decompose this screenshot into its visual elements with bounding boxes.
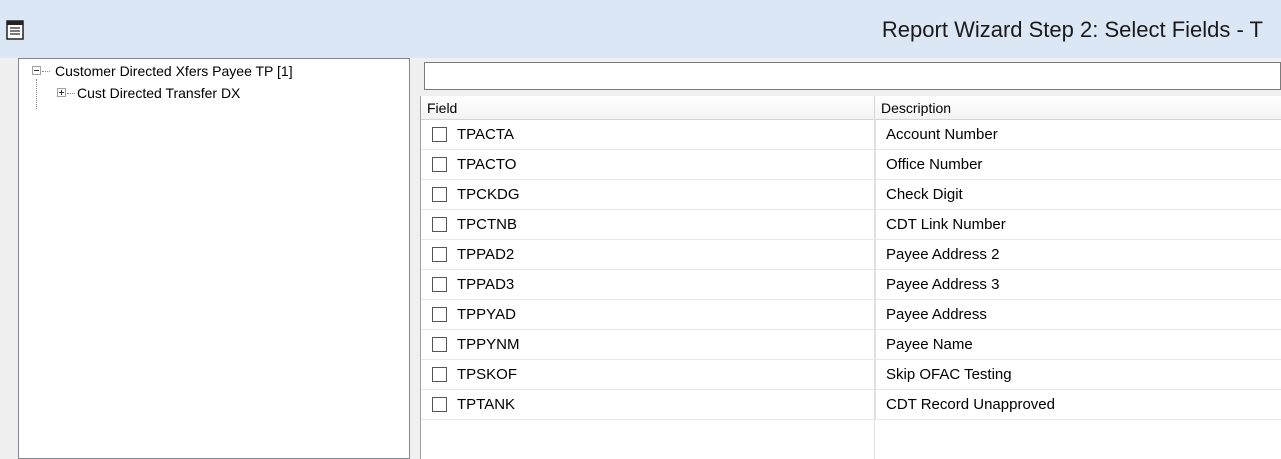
field-checkbox[interactable] [432, 367, 447, 382]
field-description-cell: Payee Address 2 [875, 240, 1281, 270]
field-name-cell: TPSKOF [457, 366, 518, 383]
tree-dotted-connector [42, 71, 50, 72]
field-checkbox[interactable] [432, 127, 447, 142]
table-row[interactable]: TPPYAD Payee Address [421, 300, 1281, 330]
field-name-cell: TPACTA [457, 126, 514, 143]
field-checkbox[interactable] [432, 187, 447, 202]
table-row[interactable]: TPPAD2 Payee Address 2 [421, 240, 1281, 270]
tree-node-label[interactable]: Customer Directed Xfers Payee TP [1] [55, 61, 293, 81]
field-name-cell: TPTANK [457, 396, 516, 413]
field-name-cell: TPPAD3 [457, 276, 515, 293]
field-description-cell: Payee Address [875, 300, 1281, 330]
field-description-cell: CDT Record Unapproved [875, 390, 1281, 420]
table-row[interactable]: TPPAD3 Payee Address 3 [421, 270, 1281, 300]
title-bar: Report Wizard Step 2: Select Fields - T [0, 0, 1281, 58]
field-checkbox[interactable] [432, 157, 447, 172]
collapse-icon[interactable] [32, 66, 41, 75]
table-row[interactable]: TPPYNM Payee Name [421, 330, 1281, 360]
field-name-cell: TPPYAD [457, 306, 516, 323]
field-name-cell: TPACTO [457, 156, 517, 173]
field-checkbox[interactable] [432, 277, 447, 292]
field-name-cell: TPPAD2 [457, 246, 515, 263]
tree-connector-line [36, 79, 37, 109]
fields-grid: Field Description TPACTA Account Number TP… [420, 96, 1281, 459]
field-name-cell: TPPYNM [457, 336, 520, 353]
window-title: Report Wizard Step 2: Select Fields - T [881, 17, 1263, 42]
table-row[interactable]: TPSKOF Skip OFAC Testing [421, 360, 1281, 390]
field-checkbox[interactable] [432, 247, 447, 262]
field-description-cell: Check Digit [875, 180, 1281, 210]
table-row[interactable]: TPCTNB CDT Link Number [421, 210, 1281, 240]
table-row[interactable]: TPTANK CDT Record Unapproved [421, 390, 1281, 420]
column-header-field[interactable]: Field [421, 96, 875, 120]
field-checkbox[interactable] [432, 307, 447, 322]
field-description-cell: Skip OFAC Testing [875, 360, 1281, 390]
field-filter-input[interactable] [424, 62, 1281, 90]
grid-header: Field Description [421, 96, 1281, 120]
table-row[interactable]: TPCKDG Check Digit [421, 180, 1281, 210]
column-header-description[interactable]: Description [875, 96, 1281, 120]
field-description-cell: CDT Link Number [875, 210, 1281, 240]
field-checkbox[interactable] [432, 337, 447, 352]
field-checkbox[interactable] [432, 217, 447, 232]
record-tree[interactable]: Customer Directed Xfers Payee TP [1] Cus… [18, 58, 410, 459]
field-description-cell: Payee Address 3 [875, 270, 1281, 300]
field-name-cell: TPCTNB [457, 216, 517, 233]
field-description-cell: Payee Name [875, 330, 1281, 360]
field-name-cell: TPCKDG [457, 186, 520, 203]
table-row[interactable]: TPACTA Account Number [421, 120, 1281, 150]
field-description-cell: Office Number [875, 150, 1281, 180]
tree-dotted-connector [67, 93, 75, 94]
field-description-cell: Account Number [875, 120, 1281, 150]
pane-splitter[interactable] [410, 58, 420, 459]
field-checkbox[interactable] [432, 397, 447, 412]
expand-icon[interactable] [57, 88, 66, 97]
report-document-icon [6, 20, 24, 40]
tree-node-label[interactable]: Cust Directed Transfer DX [77, 83, 240, 103]
table-row[interactable]: TPACTO Office Number [421, 150, 1281, 180]
